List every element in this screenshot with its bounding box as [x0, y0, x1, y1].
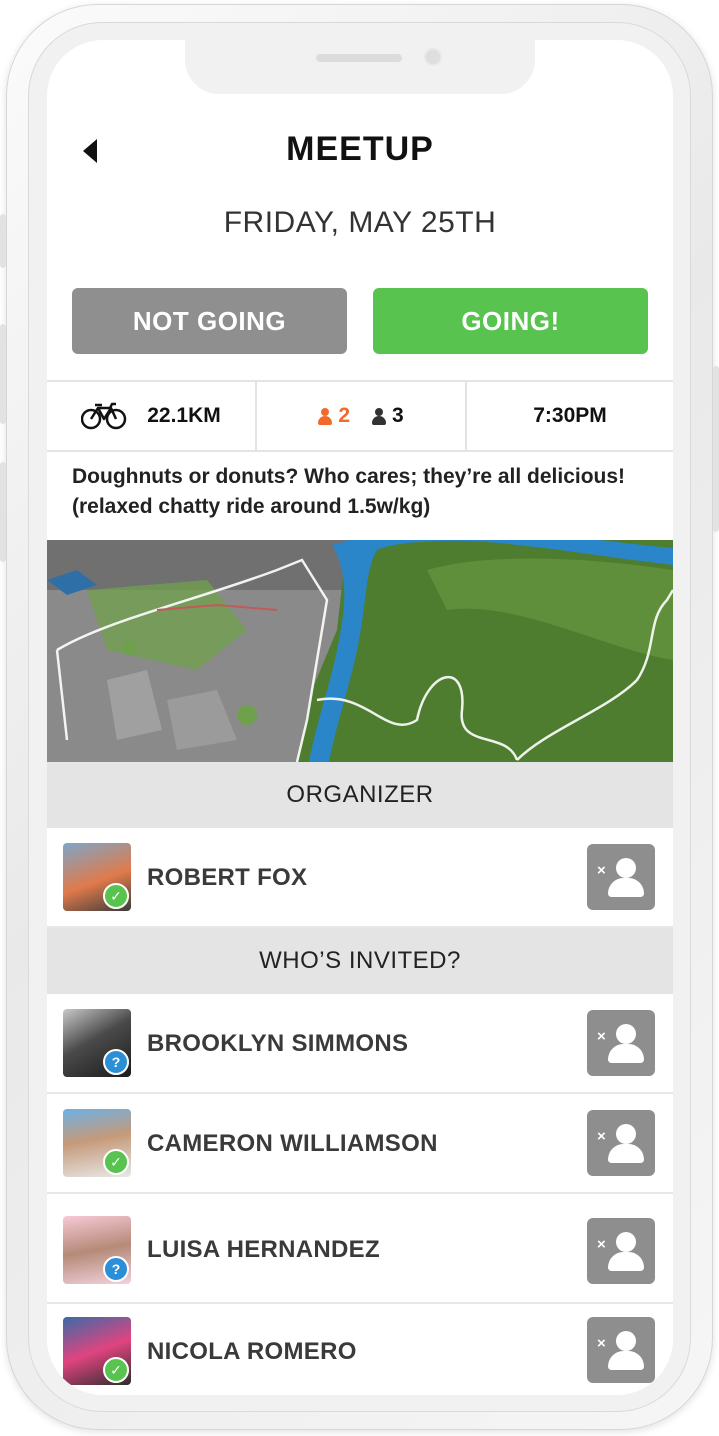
question-mark-icon: ?	[103, 1256, 129, 1282]
invitee-row[interactable]: ? BROOKLYN SIMMONS ×	[47, 994, 673, 1094]
user-head-icon	[616, 858, 636, 878]
distance-stat: 22.1KM	[47, 382, 255, 450]
user-head-icon	[616, 1124, 636, 1144]
invited-header: WHO’S INVITED?	[47, 928, 673, 994]
front-camera	[426, 50, 440, 64]
not-going-button[interactable]: NOT GOING	[72, 288, 347, 354]
user-body-icon	[608, 1044, 644, 1063]
remove-x-icon: ×	[597, 1028, 606, 1045]
header: MEETUP	[47, 120, 673, 180]
meetup-date: FRIDAY, MAY 25TH	[223, 206, 497, 239]
invitee-name: BROOKLYN SIMMONS	[147, 1030, 409, 1057]
bicycle-icon	[81, 402, 127, 430]
stats-bar: 22.1KM 2 3 7:30PM	[47, 380, 673, 452]
remove-user-button[interactable]: ×	[587, 1218, 655, 1284]
avatar: ✓	[63, 1109, 131, 1177]
app-screen: MEETUP FRIDAY, MAY 25TH NOT GOING GOING!…	[47, 40, 673, 1395]
invitee-row[interactable]: ? LUISA HERNANDEZ ×	[47, 1194, 673, 1304]
remove-x-icon: ×	[597, 1236, 606, 1253]
remove-user-button[interactable]: ×	[587, 1317, 655, 1383]
avatar: ?	[63, 1216, 131, 1284]
going-check-icon: ✓	[103, 1357, 129, 1383]
start-time: 7:30PM	[533, 404, 607, 427]
organizer-name: ROBERT FOX	[147, 864, 308, 891]
page-title: MEETUP	[286, 130, 434, 168]
organizer-row[interactable]: ✓ ROBERT FOX ×	[47, 828, 673, 928]
going-check-icon: ✓	[103, 1149, 129, 1175]
meetup-description: Doughnuts or donuts? Who cares; they’re …	[72, 465, 626, 518]
notch	[185, 40, 535, 94]
invitee-name: NICOLA ROMERO	[147, 1338, 357, 1365]
distance-value: 22.1KM	[147, 404, 221, 427]
route-map[interactable]	[47, 540, 673, 762]
volume-up-button	[0, 324, 6, 424]
user-head-icon	[616, 1024, 636, 1044]
question-mark-icon: ?	[103, 1049, 129, 1075]
person-orange-icon	[318, 407, 333, 425]
avatar: ?	[63, 1009, 131, 1077]
person-dark-icon	[372, 407, 386, 425]
user-body-icon	[608, 1351, 644, 1370]
user-head-icon	[616, 1232, 636, 1252]
remove-user-button[interactable]: ×	[587, 1110, 655, 1176]
user-head-icon	[616, 1331, 636, 1351]
going-check-icon: ✓	[103, 883, 129, 909]
remove-x-icon: ×	[597, 1335, 606, 1352]
mute-switch	[0, 214, 6, 268]
volume-down-button	[0, 462, 6, 562]
invitee-row[interactable]: ✓ NICOLA ROMERO ×	[47, 1304, 673, 1395]
going-button[interactable]: GOING!	[373, 288, 648, 354]
remove-x-icon: ×	[597, 1128, 606, 1145]
attendance-stat: 2 3	[255, 382, 465, 450]
user-body-icon	[608, 1252, 644, 1271]
invitee-name: LUISA HERNANDEZ	[147, 1236, 380, 1263]
invitee-name: CAMERON WILLIAMSON	[147, 1130, 438, 1157]
user-body-icon	[608, 1144, 644, 1163]
remove-user-button[interactable]: ×	[587, 844, 655, 910]
time-stat: 7:30PM	[465, 382, 673, 450]
organizer-header: ORGANIZER	[47, 762, 673, 828]
power-button	[713, 366, 719, 532]
speaker-grille	[316, 54, 402, 62]
remove-x-icon: ×	[597, 862, 606, 879]
avatar: ✓	[63, 1317, 131, 1385]
going-count: 2	[338, 404, 350, 427]
avatar: ✓	[63, 843, 131, 911]
remove-user-button[interactable]: ×	[587, 1010, 655, 1076]
invited-count: 3	[392, 404, 404, 427]
user-body-icon	[608, 878, 644, 897]
invitee-row[interactable]: ✓ CAMERON WILLIAMSON ×	[47, 1094, 673, 1194]
